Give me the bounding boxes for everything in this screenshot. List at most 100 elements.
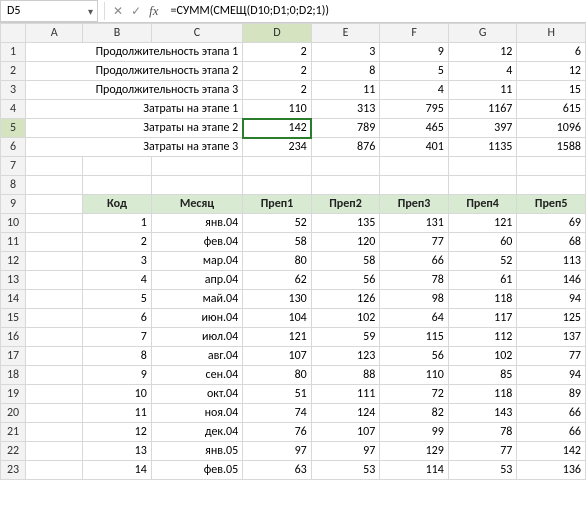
cell-D20[interactable]: 74 xyxy=(243,404,312,423)
cell-H18[interactable]: 94 xyxy=(517,366,586,385)
cell-D17[interactable]: 107 xyxy=(243,347,312,366)
cell-D7[interactable] xyxy=(243,157,312,176)
cell-D8[interactable] xyxy=(243,176,312,195)
name-box[interactable]: D5 ▾ xyxy=(0,0,98,22)
cell-C19[interactable]: окт.04 xyxy=(151,385,242,404)
cell-A8[interactable] xyxy=(26,176,83,195)
col-header-D[interactable]: D xyxy=(243,24,312,43)
cell-B12[interactable]: 3 xyxy=(83,252,152,271)
cell-G15[interactable]: 117 xyxy=(448,309,517,328)
cell-H16[interactable]: 137 xyxy=(517,328,586,347)
row-header-17[interactable]: 17 xyxy=(1,347,26,366)
cell-G20[interactable]: 143 xyxy=(448,404,517,423)
cell-G18[interactable]: 85 xyxy=(448,366,517,385)
cell-D12[interactable]: 80 xyxy=(243,252,312,271)
cell-H20[interactable]: 66 xyxy=(517,404,586,423)
cell-E22[interactable]: 97 xyxy=(311,442,380,461)
cell-H7[interactable] xyxy=(517,157,586,176)
cell-E1[interactable]: 3 xyxy=(311,43,380,62)
cell-D18[interactable]: 80 xyxy=(243,366,312,385)
cell-F18[interactable]: 110 xyxy=(380,366,449,385)
row-header-9[interactable]: 9 xyxy=(1,195,26,214)
cell-G7[interactable] xyxy=(448,157,517,176)
row-header-20[interactable]: 20 xyxy=(1,404,26,423)
cell-G4[interactable]: 1167 xyxy=(448,100,517,119)
cell-D6[interactable]: 234 xyxy=(243,138,312,157)
cell-F23[interactable]: 114 xyxy=(380,461,449,480)
cell-G11[interactable]: 60 xyxy=(448,233,517,252)
cell-B17[interactable]: 8 xyxy=(83,347,152,366)
cell-E8[interactable] xyxy=(311,176,380,195)
header-G[interactable]: Преп4 xyxy=(448,195,517,214)
label-row2[interactable]: Продолжительность этапа 2 xyxy=(26,62,243,81)
accept-icon[interactable]: ✓ xyxy=(131,4,141,19)
cell-E3[interactable]: 11 xyxy=(311,81,380,100)
header-B[interactable]: Код xyxy=(83,195,152,214)
cell-F1[interactable]: 9 xyxy=(380,43,449,62)
cell-G21[interactable]: 78 xyxy=(448,423,517,442)
col-header-H[interactable]: H xyxy=(517,24,586,43)
cell-F19[interactable]: 72 xyxy=(380,385,449,404)
cell-H13[interactable]: 146 xyxy=(517,271,586,290)
cell-E15[interactable]: 102 xyxy=(311,309,380,328)
cell-C18[interactable]: сен.04 xyxy=(151,366,242,385)
cell-G10[interactable]: 121 xyxy=(448,214,517,233)
cell-E6[interactable]: 876 xyxy=(311,138,380,157)
cell-F10[interactable]: 131 xyxy=(380,214,449,233)
cell-D19[interactable]: 51 xyxy=(243,385,312,404)
cell-C7[interactable] xyxy=(151,157,242,176)
cell-H5[interactable]: 1096 xyxy=(517,119,586,138)
cell-B7[interactable] xyxy=(83,157,152,176)
cell-C15[interactable]: июн.04 xyxy=(151,309,242,328)
cell-G16[interactable]: 112 xyxy=(448,328,517,347)
cell-G5[interactable]: 397 xyxy=(448,119,517,138)
cell-E4[interactable]: 313 xyxy=(311,100,380,119)
cell-E11[interactable]: 120 xyxy=(311,233,380,252)
cell-H4[interactable]: 615 xyxy=(517,100,586,119)
label-row1[interactable]: Продолжительность этапа 1 xyxy=(26,43,243,62)
cell-H22[interactable]: 142 xyxy=(517,442,586,461)
cell-H1[interactable]: 6 xyxy=(517,43,586,62)
cell-D23[interactable]: 63 xyxy=(243,461,312,480)
cell-C10[interactable]: янв.04 xyxy=(151,214,242,233)
cell-B19[interactable]: 10 xyxy=(83,385,152,404)
cell-D10[interactable]: 52 xyxy=(243,214,312,233)
cell-F16[interactable]: 115 xyxy=(380,328,449,347)
label-row3[interactable]: Продолжительность этапа 3 xyxy=(26,81,243,100)
spreadsheet-grid[interactable]: A B C D E F G H 1Продолжительность этапа… xyxy=(0,23,586,480)
cell-F6[interactable]: 401 xyxy=(380,138,449,157)
cell-A23[interactable] xyxy=(26,461,83,480)
cell-C11[interactable]: фев.04 xyxy=(151,233,242,252)
cell-A13[interactable] xyxy=(26,271,83,290)
cell-F8[interactable] xyxy=(380,176,449,195)
label-row4[interactable]: Затраты на этапе 1 xyxy=(26,100,243,119)
row-header-7[interactable]: 7 xyxy=(1,157,26,176)
cell-G17[interactable]: 102 xyxy=(448,347,517,366)
cell-H19[interactable]: 89 xyxy=(517,385,586,404)
cell-F11[interactable]: 77 xyxy=(380,233,449,252)
cell-A20[interactable] xyxy=(26,404,83,423)
cell-E20[interactable]: 124 xyxy=(311,404,380,423)
cell-B10[interactable]: 1 xyxy=(83,214,152,233)
row-header-2[interactable]: 2 xyxy=(1,62,26,81)
cell-A17[interactable] xyxy=(26,347,83,366)
name-box-dropdown-icon[interactable]: ▾ xyxy=(88,5,93,18)
cell-A21[interactable] xyxy=(26,423,83,442)
cell-F12[interactable]: 66 xyxy=(380,252,449,271)
cell-F21[interactable]: 99 xyxy=(380,423,449,442)
cell-H17[interactable]: 77 xyxy=(517,347,586,366)
cell-G2[interactable]: 4 xyxy=(448,62,517,81)
cell-C23[interactable]: фев.05 xyxy=(151,461,242,480)
cell-B13[interactable]: 4 xyxy=(83,271,152,290)
col-header-F[interactable]: F xyxy=(380,24,449,43)
cell-C20[interactable]: ноя.04 xyxy=(151,404,242,423)
cell-E7[interactable] xyxy=(311,157,380,176)
cell-A11[interactable] xyxy=(26,233,83,252)
row-header-10[interactable]: 10 xyxy=(1,214,26,233)
row-header-21[interactable]: 21 xyxy=(1,423,26,442)
header-H[interactable]: Преп5 xyxy=(517,195,586,214)
header-E[interactable]: Преп2 xyxy=(311,195,380,214)
label-row5[interactable]: Затраты на этапе 2 xyxy=(26,119,243,138)
row-header-16[interactable]: 16 xyxy=(1,328,26,347)
cell-E12[interactable]: 58 xyxy=(311,252,380,271)
